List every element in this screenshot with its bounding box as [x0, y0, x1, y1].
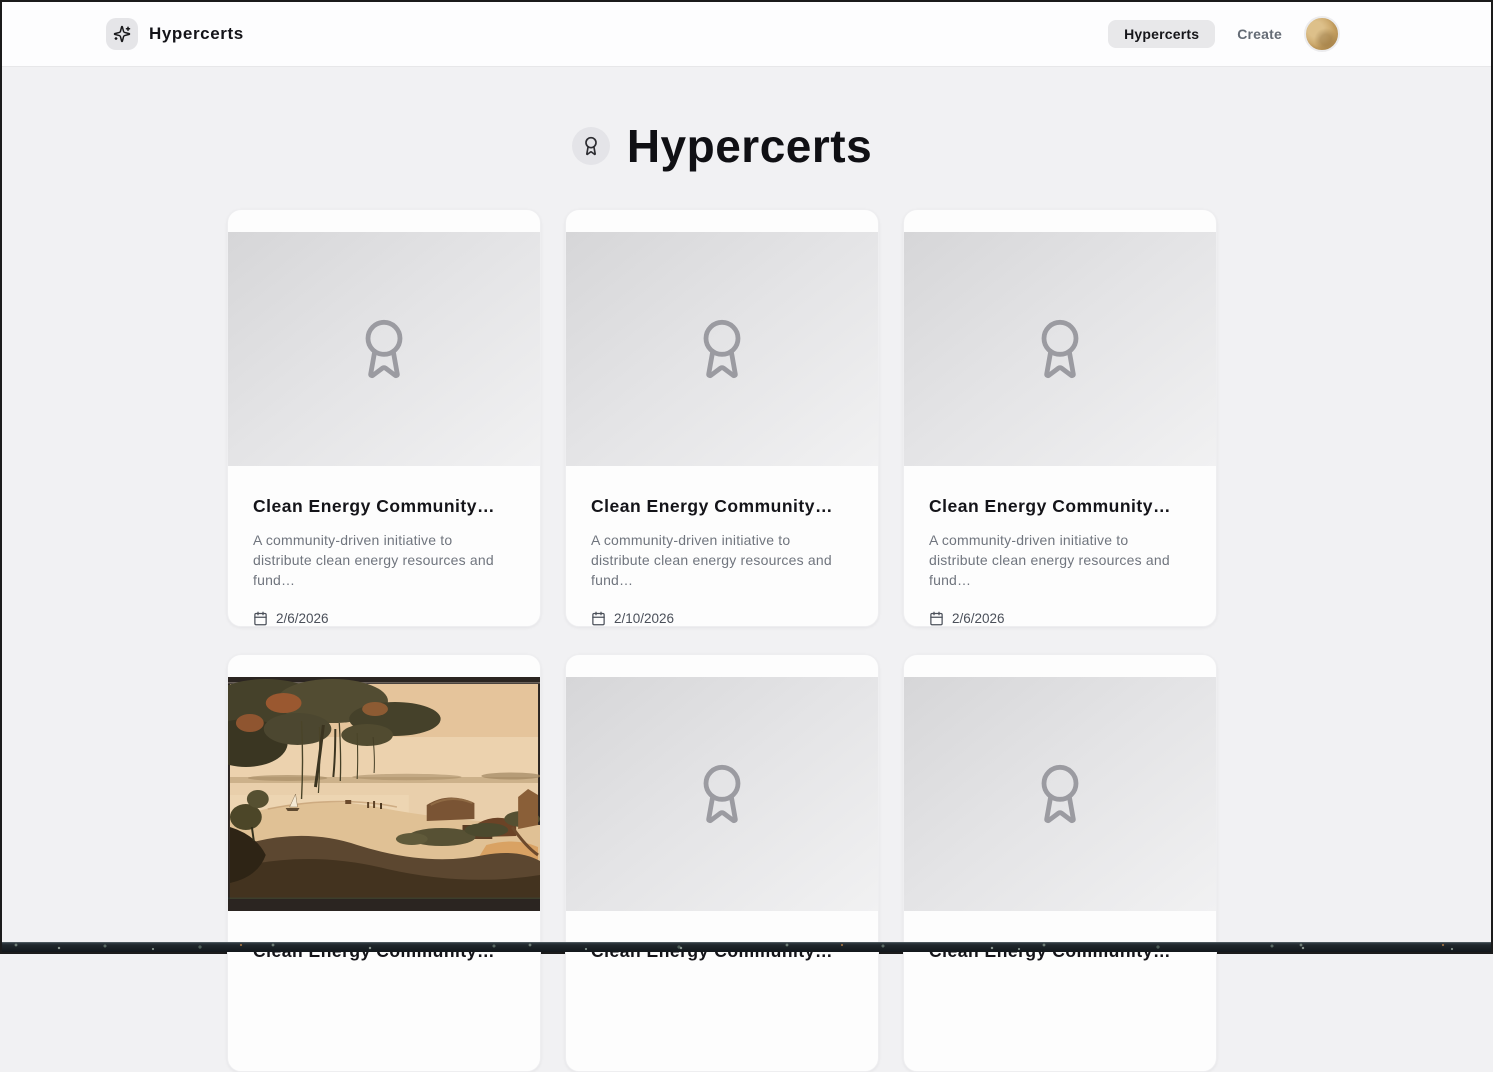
award-icon — [690, 762, 754, 826]
card-description: A community-driven initiative to distrib… — [591, 530, 853, 590]
brand[interactable]: Hypercerts — [106, 18, 244, 50]
card-date: 2/6/2026 — [929, 611, 1191, 626]
card-title: Clean Energy Community… — [591, 496, 853, 517]
top-nav: Hypercerts Hypercerts Create — [2, 2, 1491, 67]
hypercert-card[interactable]: Clean Energy Community… A community-driv… — [903, 209, 1217, 627]
card-body: Clean Energy Community… — [904, 911, 1216, 962]
award-icon — [352, 317, 416, 381]
hypercert-card[interactable]: Clean Energy Community… — [903, 654, 1217, 1072]
hypercert-card[interactable]: Clean Energy Community… A community-driv… — [227, 209, 541, 627]
user-avatar[interactable] — [1304, 16, 1340, 52]
hypercert-card[interactable]: Clean Energy Community… — [565, 654, 879, 1072]
card-body: Clean Energy Community… — [566, 911, 878, 962]
card-image-placeholder — [904, 232, 1216, 466]
card-date-value: 2/6/2026 — [952, 611, 1005, 626]
page-header: Hypercerts — [2, 119, 1442, 173]
card-image-placeholder — [566, 232, 878, 466]
nav-right: Hypercerts Create — [1108, 16, 1340, 52]
card-title: Clean Energy Community… — [929, 496, 1191, 517]
hypercert-card[interactable]: Clean Energy Community… — [227, 654, 541, 1072]
card-date: 2/10/2026 — [591, 611, 853, 626]
hypercert-card[interactable]: Clean Energy Community… A community-driv… — [565, 209, 879, 627]
card-image-placeholder — [228, 232, 540, 466]
card-body: Clean Energy Community… — [228, 911, 540, 962]
card-date: 2/6/2026 — [253, 611, 515, 626]
card-body: Clean Energy Community… A community-driv… — [228, 466, 540, 626]
award-icon — [690, 317, 754, 381]
card-date-value: 2/10/2026 — [614, 611, 674, 626]
main-content: Hypercerts Clean Energy Community… A com… — [2, 119, 1442, 1072]
nav-item-hypercerts[interactable]: Hypercerts — [1108, 20, 1215, 48]
card-image-placeholder — [904, 677, 1216, 911]
calendar-icon — [253, 611, 268, 626]
card-body: Clean Energy Community… A community-driv… — [566, 466, 878, 626]
card-description: A community-driven initiative to distrib… — [929, 530, 1191, 590]
card-description: A community-driven initiative to distrib… — [253, 530, 515, 590]
card-title: Clean Energy Community… — [253, 496, 515, 517]
page-title: Hypercerts — [627, 119, 872, 173]
bottom-image-edge — [2, 942, 1491, 952]
card-image-landscape-painting — [228, 677, 540, 911]
sparkles-icon — [106, 18, 138, 50]
brand-name: Hypercerts — [149, 24, 244, 44]
calendar-icon — [591, 611, 606, 626]
award-icon — [1028, 762, 1092, 826]
calendar-icon — [929, 611, 944, 626]
award-icon — [1028, 317, 1092, 381]
nav-item-create[interactable]: Create — [1233, 20, 1286, 48]
card-date-value: 2/6/2026 — [276, 611, 329, 626]
award-icon — [572, 127, 610, 165]
card-body: Clean Energy Community… A community-driv… — [904, 466, 1216, 626]
card-image-placeholder — [566, 677, 878, 911]
